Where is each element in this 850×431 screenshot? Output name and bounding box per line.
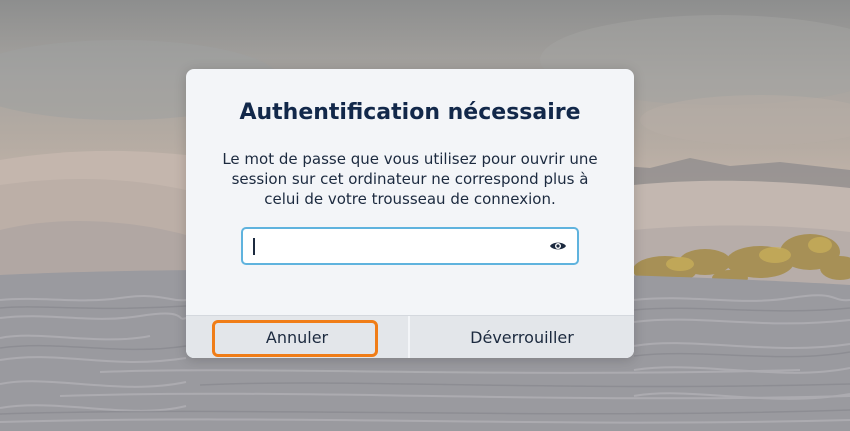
dialog-message-line: session sur cet ordinateur ne correspond… [231, 170, 589, 188]
cancel-button[interactable]: Annuler [186, 316, 408, 358]
dialog-message: Le mot de passe que vous utilisez pour o… [210, 149, 610, 209]
dialog-title: Authentification nécessaire [239, 100, 581, 125]
unlock-button[interactable]: Déverrouiller [410, 316, 634, 358]
text-cursor [253, 238, 255, 255]
dialog-message-line: Le mot de passe que vous utilisez pour o… [222, 150, 598, 168]
dialog-message-line: celui de votre trousseau de connexion. [264, 190, 556, 208]
eye-icon[interactable] [549, 238, 567, 254]
dialog-button-bar: Annuler Déverrouiller [186, 315, 634, 358]
desktop-background: Authentification nécessaire Le mot de pa… [0, 0, 850, 431]
password-field[interactable] [241, 227, 579, 265]
password-input[interactable] [251, 233, 531, 259]
authentication-dialog: Authentification nécessaire Le mot de pa… [186, 69, 634, 358]
